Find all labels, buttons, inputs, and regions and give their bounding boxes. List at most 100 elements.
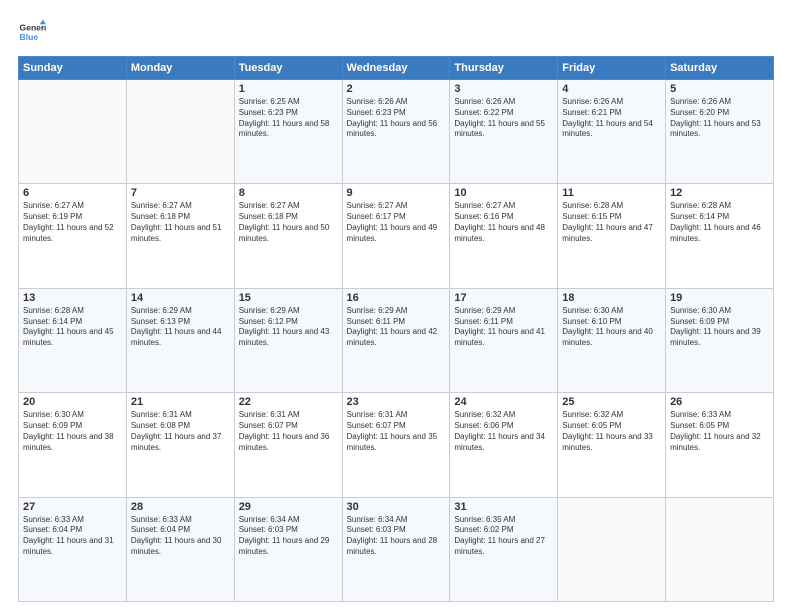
day-cell: 16 Sunrise: 6:29 AM Sunset: 6:11 PM Dayli… — [342, 288, 450, 392]
weekday-thursday: Thursday — [450, 57, 558, 80]
page: General Blue SundayMondayTuesdayWednesda… — [0, 0, 792, 612]
logo-icon: General Blue — [18, 18, 46, 46]
day-info: Sunrise: 6:29 AM Sunset: 6:11 PM Dayligh… — [454, 306, 553, 349]
day-number: 8 — [239, 187, 338, 199]
day-cell: 13 Sunrise: 6:28 AM Sunset: 6:14 PM Dayli… — [19, 288, 127, 392]
day-cell: 8 Sunrise: 6:27 AM Sunset: 6:18 PM Daylig… — [234, 184, 342, 288]
day-cell: 28 Sunrise: 6:33 AM Sunset: 6:04 PM Dayli… — [126, 497, 234, 601]
day-info: Sunrise: 6:30 AM Sunset: 6:09 PM Dayligh… — [23, 410, 122, 453]
day-number: 17 — [454, 292, 553, 304]
day-number: 31 — [454, 501, 553, 513]
day-cell: 15 Sunrise: 6:29 AM Sunset: 6:12 PM Dayli… — [234, 288, 342, 392]
week-row-2: 6 Sunrise: 6:27 AM Sunset: 6:19 PM Daylig… — [19, 184, 774, 288]
day-cell: 24Sunrise: 6:32 AM Sunset: 6:06 PM Dayli… — [450, 393, 558, 497]
day-info: Sunrise: 6:32 AM Sunset: 6:05 PM Dayligh… — [562, 410, 661, 453]
day-cell — [126, 80, 234, 184]
week-row-5: 27 Sunrise: 6:33 AM Sunset: 6:04 PM Dayli… — [19, 497, 774, 601]
day-info: Sunrise: 6:31 AM Sunset: 6:07 PM Dayligh… — [239, 410, 338, 453]
day-cell: 26 Sunrise: 6:33 AM Sunset: 6:05 PM Dayli… — [666, 393, 774, 497]
day-cell — [666, 497, 774, 601]
day-cell: 12 Sunrise: 6:28 AM Sunset: 6:14 PM Dayli… — [666, 184, 774, 288]
day-info: Sunrise: 6:26 AM Sunset: 6:20 PM Dayligh… — [670, 97, 769, 140]
day-number: 23 — [347, 396, 446, 408]
day-info: Sunrise: 6:27 AM Sunset: 6:16 PM Dayligh… — [454, 201, 553, 244]
weekday-monday: Monday — [126, 57, 234, 80]
week-row-4: 20 Sunrise: 6:30 AM Sunset: 6:09 PM Dayli… — [19, 393, 774, 497]
day-number: 27 — [23, 501, 122, 513]
day-cell: 30 Sunrise: 6:34 AM Sunset: 6:03 PM Dayli… — [342, 497, 450, 601]
week-row-3: 13 Sunrise: 6:28 AM Sunset: 6:14 PM Dayli… — [19, 288, 774, 392]
day-cell: 14Sunrise: 6:29 AM Sunset: 6:13 PM Dayli… — [126, 288, 234, 392]
day-info: Sunrise: 6:31 AM Sunset: 6:07 PM Dayligh… — [347, 410, 446, 453]
day-info: Sunrise: 6:26 AM Sunset: 6:21 PM Dayligh… — [562, 97, 661, 140]
day-cell: 3 Sunrise: 6:26 AM Sunset: 6:22 PM Daylig… — [450, 80, 558, 184]
day-number: 2 — [347, 83, 446, 95]
calendar-table: SundayMondayTuesdayWednesdayThursdayFrid… — [18, 56, 774, 602]
day-number: 13 — [23, 292, 122, 304]
day-number: 20 — [23, 396, 122, 408]
day-cell — [19, 80, 127, 184]
day-info: Sunrise: 6:29 AM Sunset: 6:13 PM Dayligh… — [131, 306, 230, 349]
day-number: 3 — [454, 83, 553, 95]
day-number: 7 — [131, 187, 230, 199]
day-number: 5 — [670, 83, 769, 95]
day-cell: 21 Sunrise: 6:31 AM Sunset: 6:08 PM Dayli… — [126, 393, 234, 497]
day-cell: 10 Sunrise: 6:27 AM Sunset: 6:16 PM Dayli… — [450, 184, 558, 288]
day-number: 15 — [239, 292, 338, 304]
day-number: 6 — [23, 187, 122, 199]
weekday-sunday: Sunday — [19, 57, 127, 80]
day-info: Sunrise: 6:28 AM Sunset: 6:14 PM Dayligh… — [23, 306, 122, 349]
day-number: 26 — [670, 396, 769, 408]
weekday-header-row: SundayMondayTuesdayWednesdayThursdayFrid… — [19, 57, 774, 80]
day-cell: 2 Sunrise: 6:26 AM Sunset: 6:23 PM Daylig… — [342, 80, 450, 184]
day-cell: 1 Sunrise: 6:25 AM Sunset: 6:23 PM Daylig… — [234, 80, 342, 184]
day-cell: 7 Sunrise: 6:27 AM Sunset: 6:18 PM Daylig… — [126, 184, 234, 288]
day-info: Sunrise: 6:34 AM Sunset: 6:03 PM Dayligh… — [239, 515, 338, 558]
weekday-friday: Friday — [558, 57, 666, 80]
weekday-tuesday: Tuesday — [234, 57, 342, 80]
day-number: 10 — [454, 187, 553, 199]
day-cell: 25 Sunrise: 6:32 AM Sunset: 6:05 PM Dayli… — [558, 393, 666, 497]
day-cell: 5 Sunrise: 6:26 AM Sunset: 6:20 PM Daylig… — [666, 80, 774, 184]
day-number: 29 — [239, 501, 338, 513]
day-number: 21 — [131, 396, 230, 408]
day-number: 19 — [670, 292, 769, 304]
day-info: Sunrise: 6:33 AM Sunset: 6:05 PM Dayligh… — [670, 410, 769, 453]
day-number: 16 — [347, 292, 446, 304]
day-cell: 17 Sunrise: 6:29 AM Sunset: 6:11 PM Dayli… — [450, 288, 558, 392]
day-info: Sunrise: 6:26 AM Sunset: 6:22 PM Dayligh… — [454, 97, 553, 140]
day-info: Sunrise: 6:28 AM Sunset: 6:15 PM Dayligh… — [562, 201, 661, 244]
day-cell: 31Sunrise: 6:35 AM Sunset: 6:02 PM Dayli… — [450, 497, 558, 601]
day-info: Sunrise: 6:25 AM Sunset: 6:23 PM Dayligh… — [239, 97, 338, 140]
day-number: 25 — [562, 396, 661, 408]
day-info: Sunrise: 6:27 AM Sunset: 6:19 PM Dayligh… — [23, 201, 122, 244]
day-cell: 11 Sunrise: 6:28 AM Sunset: 6:15 PM Dayli… — [558, 184, 666, 288]
day-info: Sunrise: 6:34 AM Sunset: 6:03 PM Dayligh… — [347, 515, 446, 558]
day-cell: 19Sunrise: 6:30 AM Sunset: 6:09 PM Dayli… — [666, 288, 774, 392]
day-info: Sunrise: 6:29 AM Sunset: 6:12 PM Dayligh… — [239, 306, 338, 349]
day-number: 11 — [562, 187, 661, 199]
day-info: Sunrise: 6:27 AM Sunset: 6:18 PM Dayligh… — [131, 201, 230, 244]
day-info: Sunrise: 6:33 AM Sunset: 6:04 PM Dayligh… — [131, 515, 230, 558]
day-number: 18 — [562, 292, 661, 304]
day-cell: 27Sunrise: 6:33 AM Sunset: 6:04 PM Dayli… — [19, 497, 127, 601]
week-row-1: 1 Sunrise: 6:25 AM Sunset: 6:23 PM Daylig… — [19, 80, 774, 184]
day-number: 28 — [131, 501, 230, 513]
day-number: 1 — [239, 83, 338, 95]
day-info: Sunrise: 6:27 AM Sunset: 6:17 PM Dayligh… — [347, 201, 446, 244]
logo: General Blue — [18, 18, 46, 46]
day-number: 30 — [347, 501, 446, 513]
day-cell: 18Sunrise: 6:30 AM Sunset: 6:10 PM Dayli… — [558, 288, 666, 392]
day-number: 12 — [670, 187, 769, 199]
day-cell: 22Sunrise: 6:31 AM Sunset: 6:07 PM Dayli… — [234, 393, 342, 497]
day-cell: 4Sunrise: 6:26 AM Sunset: 6:21 PM Daylig… — [558, 80, 666, 184]
day-cell: 29 Sunrise: 6:34 AM Sunset: 6:03 PM Dayli… — [234, 497, 342, 601]
header: General Blue — [18, 18, 774, 46]
day-info: Sunrise: 6:32 AM Sunset: 6:06 PM Dayligh… — [454, 410, 553, 453]
day-info: Sunrise: 6:28 AM Sunset: 6:14 PM Dayligh… — [670, 201, 769, 244]
day-info: Sunrise: 6:29 AM Sunset: 6:11 PM Dayligh… — [347, 306, 446, 349]
day-info: Sunrise: 6:26 AM Sunset: 6:23 PM Dayligh… — [347, 97, 446, 140]
day-info: Sunrise: 6:31 AM Sunset: 6:08 PM Dayligh… — [131, 410, 230, 453]
day-cell: 23 Sunrise: 6:31 AM Sunset: 6:07 PM Dayli… — [342, 393, 450, 497]
day-info: Sunrise: 6:27 AM Sunset: 6:18 PM Dayligh… — [239, 201, 338, 244]
